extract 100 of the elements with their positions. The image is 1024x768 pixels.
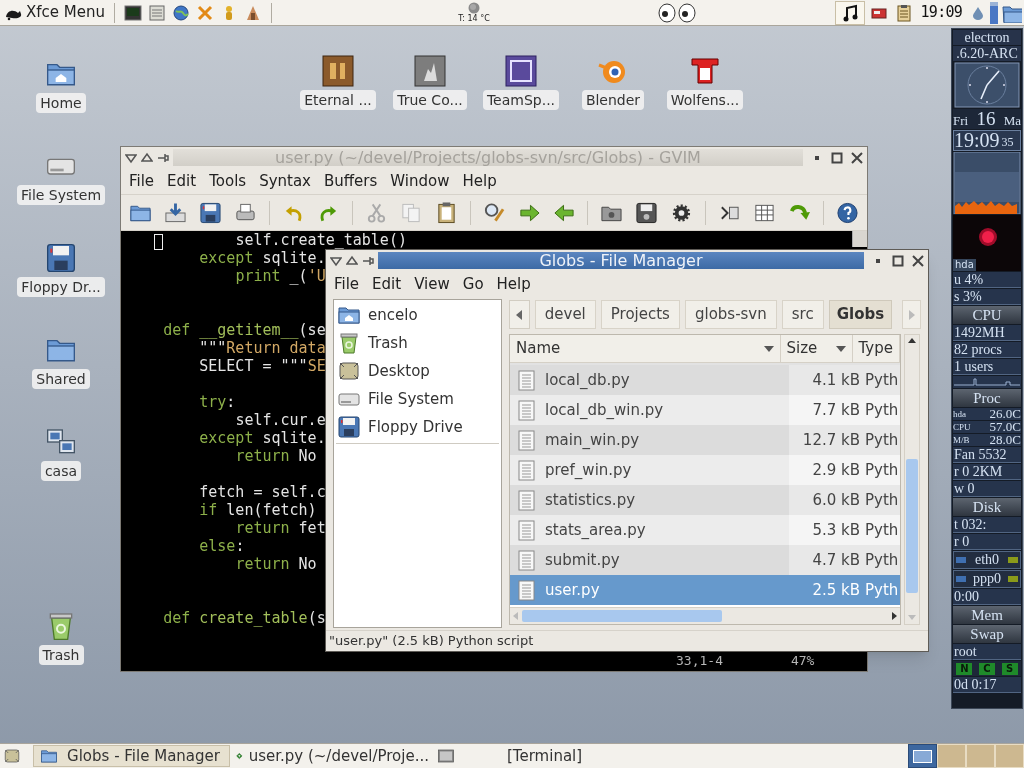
menu-item[interactable]: Go — [458, 272, 488, 296]
menu-item[interactable]: Syntax — [255, 169, 315, 193]
file-row[interactable]: submit.py 4.7 kB Pyth — [510, 545, 900, 575]
clipboard-icon[interactable] — [896, 3, 911, 22]
place-item[interactable]: encelo — [334, 301, 501, 329]
file-name: local_db_win.py — [545, 399, 664, 421]
file-type: Pyth — [864, 429, 899, 451]
readout-text: 82 procs — [953, 342, 1021, 358]
place-item[interactable]: Floppy Drive — [334, 413, 501, 441]
eyes-icon — [658, 2, 696, 23]
file-name: stats_area.py — [545, 519, 646, 541]
readout-text: root — [953, 644, 1021, 660]
menu-item[interactable]: Help — [458, 169, 501, 193]
readout-text: r 0 2KM — [953, 464, 1021, 480]
horizontal-scrollbar[interactable] — [510, 607, 900, 624]
scroll-thumb[interactable] — [522, 610, 722, 622]
globe-icon[interactable] — [172, 3, 190, 22]
taskbar-button[interactable]: Globs - File Manager — [33, 745, 230, 767]
tray-arrow-icon[interactable] — [163, 200, 187, 225]
document-icon — [515, 429, 537, 451]
workspace-button[interactable] — [908, 744, 937, 768]
column-header[interactable]: Type — [852, 335, 900, 362]
code-line: self.create_table() — [235, 231, 407, 249]
column-header[interactable]: Name — [510, 335, 781, 362]
icon-label[interactable]: File System — [16, 185, 106, 205]
help-icon[interactable] — [836, 200, 860, 225]
shade-icon[interactable] — [141, 151, 153, 164]
code-line: else: — [199, 537, 245, 555]
menu-item[interactable]: File — [125, 169, 159, 193]
icon-label[interactable]: Eternal ... — [300, 90, 376, 110]
menu-arrow-icon[interactable] — [125, 151, 137, 164]
droplet-icon[interactable] — [972, 5, 984, 20]
desktop-icon[interactable] — [3, 747, 21, 765]
tile-icon[interactable] — [414, 55, 446, 87]
readout-text: r 0 — [953, 534, 1021, 550]
file-row[interactable]: local_db.py 4.1 kB Pyth — [510, 365, 900, 395]
tile-icon[interactable] — [505, 55, 537, 87]
file-row[interactable]: main_win.py 12.7 kB Pyth — [510, 425, 900, 455]
analog-clock-drawing — [953, 62, 1021, 108]
path-button[interactable]: Globs — [828, 300, 893, 329]
back-button[interactable] — [509, 300, 530, 329]
pin-icon[interactable] — [362, 254, 374, 267]
file-row[interactable]: stats_area.py 5.3 kB Pyth — [510, 515, 900, 545]
readout-text: w 0 — [953, 481, 1021, 497]
readout-text: 1 users — [953, 359, 1021, 375]
icon-label[interactable]: Wolfens... — [666, 90, 744, 110]
place-item[interactable]: Trash — [334, 329, 501, 357]
menu-item[interactable]: Edit — [163, 169, 201, 193]
document-icon — [515, 399, 537, 421]
icon-label[interactable]: Shared — [32, 369, 90, 389]
file-row[interactable]: pref_win.py 2.9 kB Pyth — [510, 455, 900, 485]
xfce-menu-button[interactable]: Xfce Menu — [0, 0, 109, 25]
menu-item[interactable]: Window — [386, 169, 454, 193]
seconds-label: 35 — [1001, 135, 1014, 150]
path-button[interactable]: Projects — [600, 300, 680, 329]
shade-icon[interactable] — [346, 254, 358, 267]
emblem-icon[interactable] — [689, 55, 721, 87]
scroll-thumb[interactable] — [906, 459, 918, 593]
maximize-button[interactable] — [892, 254, 904, 267]
taskbar-button[interactable]: [Terminal] — [435, 745, 632, 767]
place-item[interactable]: File System — [334, 385, 501, 413]
close-button[interactable] — [851, 151, 863, 164]
led-icon — [1008, 576, 1018, 582]
tile-icon[interactable] — [322, 55, 354, 87]
scrollbar[interactable] — [852, 231, 867, 247]
icon-label[interactable]: Floppy Dr... — [17, 277, 105, 297]
readout-text: Fan 5532 — [953, 447, 1021, 463]
menu-arrow-icon[interactable] — [330, 254, 342, 267]
close-button[interactable] — [912, 254, 924, 267]
file-type: Pyth — [864, 399, 899, 421]
card-icon[interactable] — [870, 6, 887, 19]
maximize-button[interactable] — [831, 151, 843, 164]
pin-icon[interactable] — [157, 151, 169, 164]
icon-label[interactable]: Blender — [581, 90, 645, 110]
music-note-icon — [841, 3, 858, 22]
icon-label[interactable]: Home — [36, 93, 86, 113]
menu-item[interactable]: Help — [492, 272, 535, 296]
menu-item[interactable]: Tools — [205, 169, 251, 193]
icon-label[interactable]: casa — [40, 461, 82, 481]
file-row[interactable]: statistics.py 6.0 kB Pyth — [510, 485, 900, 515]
path-button[interactable]: globs-svn — [684, 300, 777, 329]
path-button[interactable]: src — [781, 300, 824, 329]
file-size: 5.3 kB — [811, 519, 861, 541]
column-header[interactable]: Size — [780, 335, 853, 362]
menu-item[interactable]: View — [410, 272, 454, 296]
icon-label[interactable]: TeamSp... — [482, 90, 560, 110]
taskbar-button[interactable]: user.py (~/devel/Proje... — [234, 745, 431, 767]
music-button[interactable] — [834, 0, 865, 25]
icon-label[interactable]: True Co... — [393, 90, 467, 110]
window-title: Globs - File Manager — [378, 252, 864, 269]
icon-label[interactable]: Trash — [38, 645, 84, 665]
vertical-scrollbar[interactable] — [904, 334, 920, 625]
interface-label: ppp0 — [973, 571, 1001, 587]
menu-item[interactable]: Edit — [368, 272, 406, 296]
file-row[interactable]: local_db_win.py 7.7 kB Pyth — [510, 395, 900, 425]
menu-item[interactable]: Buffers — [320, 169, 382, 193]
path-button[interactable]: devel — [534, 300, 596, 329]
place-item[interactable]: Desktop — [334, 357, 501, 385]
menu-item[interactable]: File — [330, 272, 364, 296]
terminal-icon[interactable] — [124, 3, 142, 22]
